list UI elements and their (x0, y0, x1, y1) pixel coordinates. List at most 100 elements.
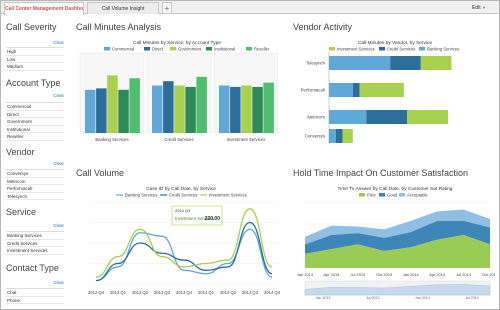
filter-list: Commercial Direct Government Institution… (6, 102, 64, 141)
legend-swatch (379, 193, 385, 197)
legend-swatch (104, 47, 110, 51)
filter-list: High Low Medium (6, 47, 64, 71)
tooltip-title: 2014 Q3 (175, 208, 191, 213)
legend-swatch (379, 47, 385, 51)
legend-swatch (170, 47, 176, 51)
bar[interactable] (252, 86, 263, 133)
bar[interactable] (263, 82, 274, 133)
bar-segment[interactable] (420, 56, 452, 70)
filter-item[interactable]: Investment Services (6, 247, 64, 255)
legend-label: Commercial (112, 46, 134, 51)
filter-item[interactable]: PerformacalI (6, 185, 64, 193)
bar-segment[interactable] (352, 83, 360, 97)
legend-label: Investment Services (337, 46, 375, 51)
legend-label: Reseller (254, 46, 270, 51)
chart-legend: Commercial Direct Government Institutional R… (104, 46, 270, 51)
panel-title-call-minutes: Call Minutes Analysis (76, 22, 162, 32)
bar-segment[interactable] (366, 110, 408, 124)
vendor-activity-chart[interactable]: Call Minutes by Vendor, by Service Inves… (295, 38, 495, 146)
bar[interactable] (118, 89, 129, 133)
legend-swatch (359, 193, 365, 197)
chart-legend: Investment Services Credit Services Bankin… (329, 46, 459, 51)
add-tab-button[interactable]: + (162, 2, 172, 14)
legend-label: Investment Services (209, 193, 247, 198)
x-tick-label: Jul 2013 (350, 272, 365, 277)
filter-item[interactable]: Low (6, 56, 64, 63)
navigator-label: Jul 2014 (465, 296, 479, 300)
x-tick-label: 2013 Q2 (132, 290, 149, 295)
bar-segment[interactable] (329, 129, 336, 143)
legend-swatch (246, 47, 252, 51)
bar-segment[interactable] (359, 83, 404, 97)
bar-segment[interactable] (335, 129, 343, 143)
legend-swatch (399, 193, 405, 197)
filter-item[interactable]: Commercial (6, 103, 64, 111)
legend-swatch (144, 47, 150, 51)
filter-item[interactable]: Banking Services (6, 232, 64, 240)
bar[interactable] (230, 86, 241, 133)
clear-button[interactable]: Clear (53, 93, 64, 98)
bar-segment[interactable] (407, 110, 448, 124)
clear-button[interactable]: Clear (53, 223, 64, 228)
x-tick-label: Oct 2013 (376, 272, 392, 277)
filter-item[interactable]: Chat (6, 289, 64, 297)
x-tick-label: Jul 2014 (456, 272, 472, 277)
filter-list: Banking Services Credit Services Investm… (6, 231, 64, 255)
bar[interactable] (185, 86, 196, 133)
tab-call-center-dashboard[interactable]: Call Center Management Dashboard (4, 2, 84, 15)
x-tick-label: 2014 Q3 (242, 290, 259, 295)
x-tick-label: 2012 Q4 (88, 290, 105, 295)
x-tick-label: 2013 Q3 (154, 290, 171, 295)
filter-sidebar: Call Severity Clear High Low Medium Acco… (6, 18, 64, 306)
filter-item[interactable]: Direct (6, 111, 64, 118)
bar-segment[interactable] (342, 129, 353, 143)
bar[interactable] (241, 85, 252, 133)
hold-time-chart[interactable]: Time To Answer by Call Date, by Customer… (295, 184, 495, 300)
bar[interactable] (107, 75, 118, 133)
filter-item[interactable]: High (6, 48, 64, 56)
call-volume-chart[interactable]: Case ID by Call Date, by Service Banking… (76, 184, 286, 300)
filter-item[interactable]: Institutional (6, 126, 64, 133)
filter-title: Service (6, 207, 37, 217)
bar-segment[interactable] (390, 56, 421, 70)
filter-item[interactable]: Phone (6, 297, 64, 304)
filter-item[interactable]: Reseller (6, 133, 64, 141)
range-navigator[interactable]: Jan 2013 Jul 2013 Jan 2014 Jul 2014 (304, 280, 491, 300)
clear-button[interactable]: Clear (53, 40, 64, 45)
filter-item[interactable]: Medium (6, 63, 64, 71)
clear-button[interactable]: Clear (53, 161, 64, 166)
legend-label: Banking Services (427, 46, 459, 51)
bar-series (79, 52, 278, 134)
clear-button[interactable]: Clear (53, 280, 64, 285)
bar-segment[interactable] (329, 56, 391, 70)
bar[interactable] (85, 89, 96, 133)
filter-item[interactable]: Conversys (6, 170, 64, 178)
filter-item[interactable]: Telesynch (6, 193, 64, 200)
filter-item[interactable]: Government (6, 118, 64, 126)
filter-item[interactable]: Credit Services (6, 240, 64, 247)
legend-label: Credit Services (169, 193, 197, 198)
bar-segment[interactable] (329, 110, 367, 124)
filter-title: Contact Type (6, 263, 59, 273)
bar[interactable] (196, 76, 207, 133)
legend-label: Direct (152, 46, 164, 51)
bar[interactable] (152, 85, 163, 133)
bar[interactable] (163, 81, 174, 133)
legend-label: Poor (367, 192, 376, 197)
tab-call-volume-insight[interactable]: Call Volume Insight (87, 2, 159, 14)
bar[interactable] (174, 85, 185, 133)
bar[interactable] (96, 88, 107, 133)
call-minutes-chart[interactable]: Call Minutes by Service, by Account Type… (76, 38, 278, 150)
chart-title: Call Minutes by Vendor, by Service (358, 40, 432, 46)
bar[interactable] (129, 78, 140, 133)
filter-title: Vendor (6, 147, 35, 157)
bar[interactable] (219, 85, 230, 133)
legend-swatch (329, 47, 335, 51)
filter-item[interactable]: Metricom (6, 178, 64, 185)
edit-button[interactable]: Edit ▼ (469, 3, 489, 13)
bar-segment[interactable] (329, 83, 353, 97)
filter-call-severity: Call Severity Clear High Low Medium (6, 22, 64, 71)
chevron-down-icon: ▼ (482, 5, 486, 10)
legend-label: Banking Services (125, 193, 157, 198)
x-tick-label: 2013 Q1 (110, 290, 127, 295)
